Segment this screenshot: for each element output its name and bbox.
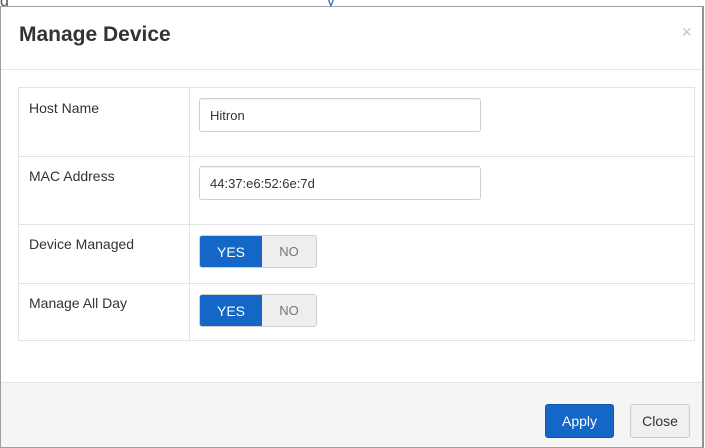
- dialog-header: Manage Device ×: [1, 7, 702, 70]
- label-cell: Manage All Day: [19, 283, 190, 341]
- manage-all-day-row: Manage All Day YES NO: [19, 283, 694, 341]
- host-name-input[interactable]: [199, 98, 481, 132]
- manage-all-day-toggle[interactable]: YES NO: [199, 294, 317, 327]
- device-managed-row: Device Managed YES NO: [19, 224, 694, 284]
- dialog-title: Manage Device: [19, 23, 171, 46]
- label-cell: Device Managed: [19, 224, 190, 283]
- host-name-label: Host Name: [29, 100, 100, 116]
- manage-all-day-yes-button[interactable]: YES: [200, 295, 262, 326]
- mac-address-label: MAC Address: [29, 168, 115, 184]
- device-managed-no-button[interactable]: NO: [262, 236, 316, 267]
- label-cell: MAC Address: [19, 156, 190, 224]
- host-name-row: Host Name: [19, 88, 694, 157]
- close-button[interactable]: Close: [630, 404, 690, 438]
- manage-device-dialog: Manage Device × Host Name MAC Address De…: [0, 6, 704, 448]
- apply-button[interactable]: Apply: [545, 404, 614, 438]
- device-form: Host Name MAC Address Device Managed YES…: [18, 87, 695, 341]
- device-managed-label: Device Managed: [29, 236, 135, 252]
- device-managed-yes-button[interactable]: YES: [200, 236, 262, 267]
- close-icon[interactable]: ×: [681, 23, 692, 41]
- mac-address-row: MAC Address: [19, 156, 694, 225]
- dialog-footer: Apply Close: [1, 382, 702, 447]
- label-cell: Host Name: [19, 88, 190, 156]
- manage-all-day-no-button[interactable]: NO: [262, 295, 316, 326]
- mac-address-input[interactable]: [199, 166, 481, 200]
- device-managed-toggle[interactable]: YES NO: [199, 235, 317, 268]
- manage-all-day-label: Manage All Day: [29, 295, 128, 311]
